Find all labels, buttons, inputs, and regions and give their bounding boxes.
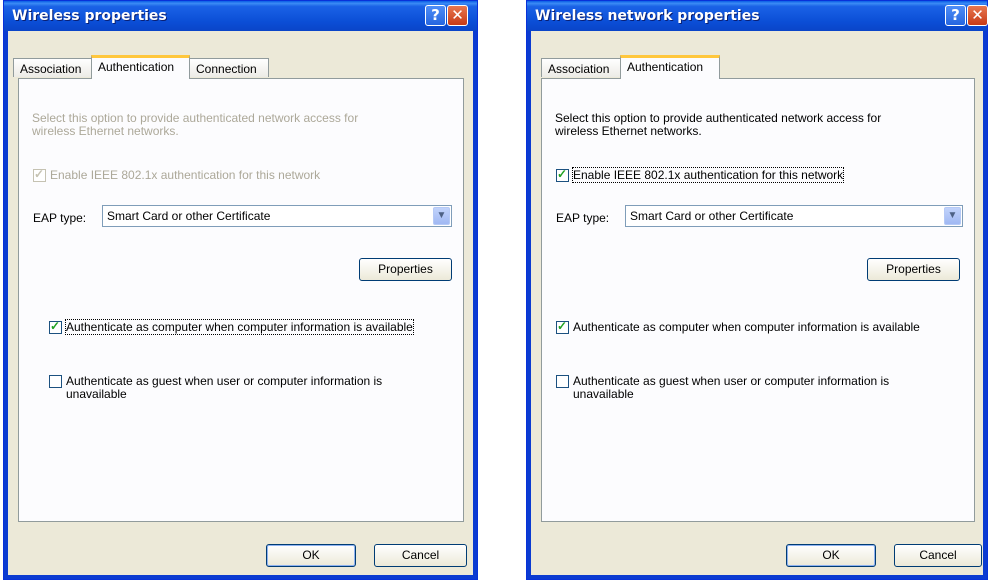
- authenticate-as-computer-checkbox[interactable]: ✓: [556, 319, 569, 334]
- ok-button[interactable]: OK: [266, 544, 356, 567]
- chevron-down-icon[interactable]: ▼: [944, 207, 961, 225]
- description-line-2: wireless Ethernet networks.: [555, 124, 702, 138]
- title-bar[interactable]: Wireless network properties ? ✕: [527, 1, 988, 31]
- chevron-down-icon[interactable]: ▼: [433, 207, 450, 225]
- tab-authentication[interactable]: Authentication: [620, 55, 720, 79]
- properties-button[interactable]: Properties: [867, 258, 960, 281]
- close-button[interactable]: ✕: [967, 5, 988, 26]
- title-bar[interactable]: Wireless properties ? ✕: [4, 1, 477, 31]
- enable-8021x-label: Enable IEEE 802.1x authentication for th…: [50, 168, 321, 182]
- enable-8021x-label: Enable IEEE 802.1x authentication for th…: [571, 167, 845, 183]
- authentication-panel: Select this option to provide authentica…: [18, 78, 464, 522]
- authenticate-as-guest-label-2: unavailable: [66, 387, 127, 401]
- eap-type-value: Smart Card or other Certificate: [107, 209, 271, 223]
- authenticate-as-guest-label-1: Authenticate as guest when user or compu…: [573, 374, 890, 388]
- dialog-title: Wireless network properties: [535, 8, 760, 24]
- tab-association[interactable]: Association: [541, 58, 621, 77]
- check-mark-icon: ✓: [557, 167, 568, 181]
- eap-type-label: EAP type:: [33, 211, 87, 225]
- eap-type-value: Smart Card or other Certificate: [630, 209, 794, 223]
- check-mark-icon: ✓: [34, 167, 45, 181]
- eap-type-select[interactable]: Smart Card or other Certificate ▼: [102, 205, 452, 227]
- dialog-title: Wireless properties: [12, 8, 167, 24]
- dialog-client-area: Association Authentication Connection Se…: [8, 31, 473, 575]
- tab-connection[interactable]: Connection: [189, 58, 269, 77]
- authentication-panel: Select this option to provide authentica…: [541, 78, 975, 522]
- authenticate-as-guest-label-2: unavailable: [573, 387, 634, 401]
- ok-button[interactable]: OK: [786, 544, 876, 567]
- wireless-network-properties-dialog: Wireless network properties ? ✕ Associat…: [526, 0, 988, 580]
- properties-button[interactable]: Properties: [359, 258, 452, 281]
- description-line-2: wireless Ethernet networks.: [32, 124, 179, 138]
- check-mark-icon: ✓: [50, 319, 61, 333]
- help-button[interactable]: ?: [425, 5, 446, 26]
- check-mark-icon: ✓: [557, 319, 568, 333]
- tab-association[interactable]: Association: [13, 58, 92, 77]
- authenticate-as-guest-checkbox[interactable]: [556, 375, 569, 388]
- help-button[interactable]: ?: [945, 5, 966, 26]
- cancel-button[interactable]: Cancel: [374, 544, 467, 567]
- tab-authentication[interactable]: Authentication: [91, 55, 190, 79]
- close-button[interactable]: ✕: [447, 5, 468, 26]
- dialog-client-area: Association Authentication Select this o…: [531, 31, 983, 575]
- eap-type-label: EAP type:: [556, 211, 610, 225]
- eap-type-select[interactable]: Smart Card or other Certificate ▼: [625, 205, 963, 227]
- authenticate-as-guest-checkbox[interactable]: [49, 375, 62, 388]
- wireless-properties-dialog: Wireless properties ? ✕ Association Auth…: [3, 0, 478, 580]
- authenticate-as-computer-label: Authenticate as computer when computer i…: [65, 319, 414, 335]
- authenticate-as-guest-label-1: Authenticate as guest when user or compu…: [66, 374, 383, 388]
- authenticate-as-computer-checkbox[interactable]: ✓: [49, 319, 62, 334]
- enable-8021x-checkbox[interactable]: ✓: [33, 167, 46, 182]
- cancel-button[interactable]: Cancel: [894, 544, 982, 567]
- authenticate-as-computer-label: Authenticate as computer when computer i…: [573, 320, 920, 334]
- enable-8021x-checkbox[interactable]: ✓: [556, 167, 569, 182]
